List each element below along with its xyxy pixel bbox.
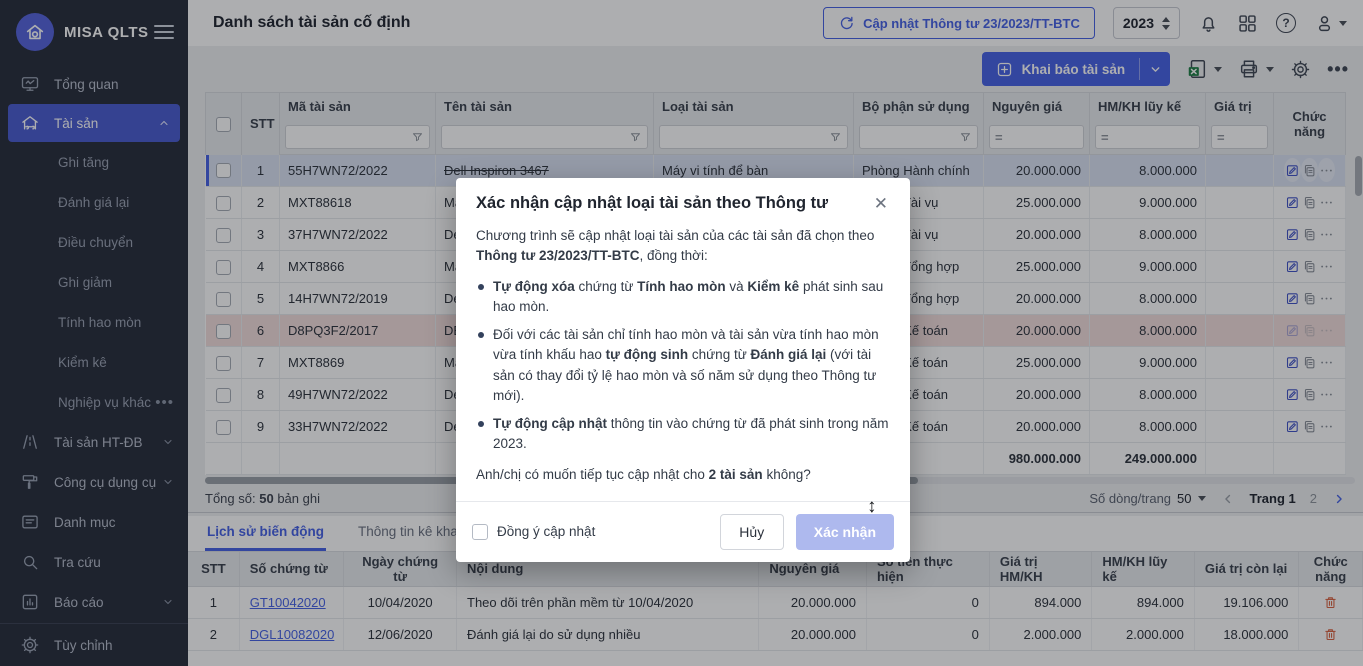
agree-checkbox-row[interactable]: Đồng ý cập nhật bbox=[472, 524, 595, 540]
agree-checkbox[interactable] bbox=[472, 524, 488, 540]
cancel-button[interactable]: Hủy bbox=[720, 514, 784, 550]
mouse-cursor: ↕ bbox=[867, 496, 877, 518]
agree-label: Đồng ý cập nhật bbox=[497, 524, 595, 539]
dialog-bullet: Tự động cập nhật thông tin vào chứng từ … bbox=[476, 414, 890, 455]
dialog-bullet: Đối với các tài sản chỉ tính hao mòn và … bbox=[476, 325, 890, 406]
dialog-intro: Chương trình sẽ cập nhật loại tài sản củ… bbox=[476, 226, 890, 267]
confirm-button[interactable]: Xác nhận bbox=[796, 514, 894, 550]
dialog-title: Xác nhận cập nhật loại tài sản theo Thôn… bbox=[476, 193, 864, 214]
dialog-question: Anh/chị có muốn tiếp tục cập nhật cho 2 … bbox=[476, 465, 890, 485]
dialog-bullet-list: Tự động xóa chứng từ Tính hao mòn và Kiể… bbox=[476, 277, 890, 455]
app-window: MISA QLTS Tổng quan Tài sản Ghi tăng Đán… bbox=[0, 0, 1363, 666]
confirm-update-dialog: Xác nhận cập nhật loại tài sản theo Thôn… bbox=[456, 178, 910, 562]
dialog-bullet: Tự động xóa chứng từ Tính hao mòn và Kiể… bbox=[476, 277, 890, 318]
close-icon[interactable]: ✕ bbox=[864, 193, 890, 214]
